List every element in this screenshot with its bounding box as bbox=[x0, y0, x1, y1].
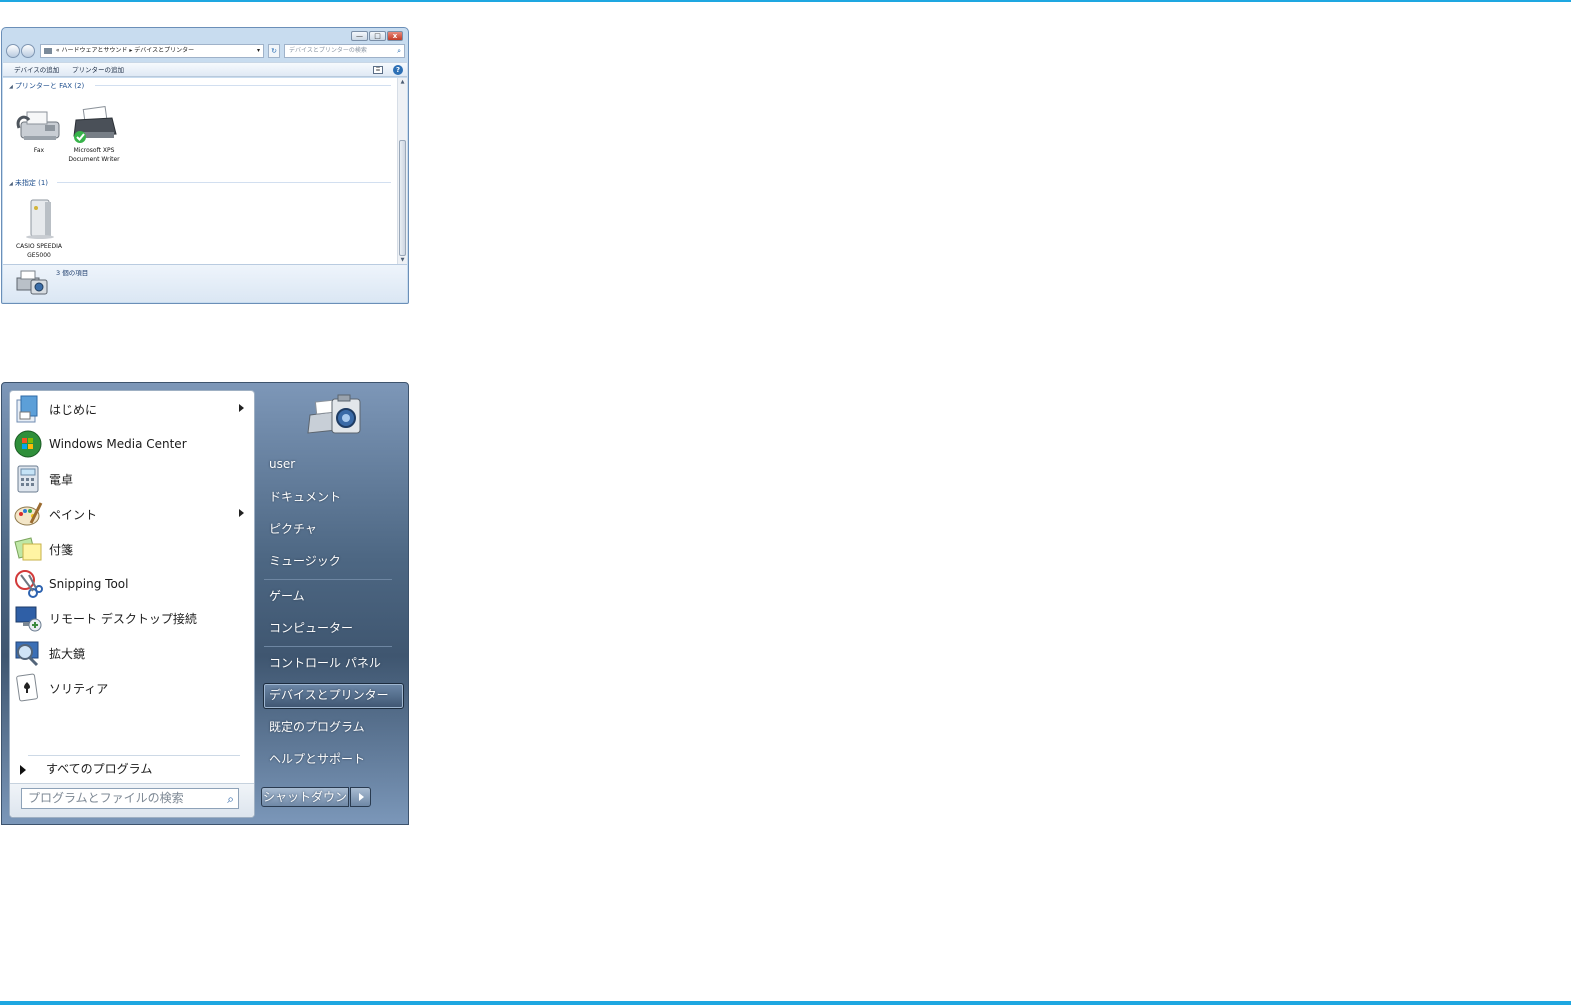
tower-device-icon bbox=[26, 199, 54, 239]
details-pane: 3 個の項目 bbox=[3, 264, 407, 302]
device-label: Microsoft XPS Document Writer bbox=[68, 147, 120, 163]
program-paint[interactable]: ペイント bbox=[12, 497, 252, 531]
link-default-programs[interactable]: 既定のプログラム bbox=[269, 718, 365, 735]
add-printer-button[interactable]: プリンターの追加 bbox=[72, 63, 124, 77]
start-search-placeholder: プログラムとファイルの検索 bbox=[28, 791, 184, 805]
all-programs-button[interactable]: すべてのプログラム bbox=[10, 757, 254, 781]
breadcrumb-hardware-sound[interactable]: ハードウェアとサウンド bbox=[62, 47, 128, 54]
collapse-icon[interactable]: ◢ bbox=[9, 84, 13, 90]
navigation-bar: « ハードウェアとサウンド ▸ デバイスとプリンター ▾ ↻ デバイスとプリンタ… bbox=[6, 44, 405, 58]
search-icon[interactable]: ⌕ bbox=[227, 790, 234, 809]
start-menu: はじめに Windows Media Center 電卓 ペイント 付箋 Sni… bbox=[1, 382, 409, 825]
program-solitaire[interactable]: ソリティア bbox=[12, 671, 252, 705]
printer-folder-icon bbox=[44, 47, 52, 54]
collapse-icon[interactable]: ◢ bbox=[9, 181, 13, 187]
devices-and-printers-window: — □ x « ハードウェアとサウンド ▸ デバイスとプリンター ▾ ↻ デバイ… bbox=[1, 27, 409, 304]
group-header-unspecified[interactable]: ◢ 未指定 (1) bbox=[9, 178, 48, 188]
bottom-border-line bbox=[0, 1001, 1571, 1005]
user-picture-devices-icon[interactable] bbox=[302, 391, 366, 447]
vertical-scrollbar[interactable]: ▲ ▼ bbox=[397, 78, 407, 264]
programs-panel: はじめに Windows Media Center 電卓 ペイント 付箋 Sni… bbox=[9, 390, 255, 818]
search-icon[interactable]: ⌕ bbox=[397, 45, 401, 57]
minimize-button[interactable]: — bbox=[351, 31, 368, 41]
address-dropdown-icon[interactable]: ▾ bbox=[257, 45, 260, 57]
scroll-down-icon[interactable]: ▼ bbox=[398, 257, 407, 263]
start-search-input[interactable]: プログラムとファイルの検索 ⌕ bbox=[21, 788, 239, 809]
shutdown-options-button[interactable] bbox=[350, 787, 371, 807]
device-fax[interactable]: Fax bbox=[11, 106, 67, 155]
right-divider bbox=[264, 579, 392, 580]
sticky-notes-icon bbox=[14, 537, 42, 561]
paint-icon bbox=[14, 502, 43, 526]
shutdown-button[interactable]: シャットダウン bbox=[261, 787, 349, 807]
help-icon[interactable]: ? bbox=[393, 65, 403, 75]
link-user[interactable]: user bbox=[269, 457, 295, 471]
link-computer[interactable]: コンピューター bbox=[269, 619, 353, 636]
printer-icon bbox=[73, 106, 117, 143]
breadcrumb-prefix: « bbox=[55, 47, 60, 54]
devices-content-area: ◢ プリンターと FAX (2) Fax Microsoft XPS Docume… bbox=[3, 78, 397, 264]
program-getting-started[interactable]: はじめに bbox=[12, 392, 252, 426]
magnifier-icon bbox=[15, 641, 39, 667]
program-windows-media-center[interactable]: Windows Media Center bbox=[12, 427, 252, 461]
submenu-arrow-icon[interactable] bbox=[239, 509, 244, 517]
group-divider bbox=[57, 182, 391, 183]
program-magnifier[interactable]: 拡大鏡 bbox=[12, 636, 252, 670]
device-label: Fax bbox=[33, 147, 45, 154]
media-center-icon bbox=[14, 430, 42, 458]
close-button[interactable]: x bbox=[387, 31, 403, 41]
device-label: CASIO SPEEDIA GE5000 bbox=[15, 243, 62, 259]
arrow-right-icon bbox=[20, 765, 26, 775]
devices-printers-icon bbox=[16, 270, 48, 295]
item-count: 3 個の項目 bbox=[56, 269, 89, 277]
view-options-icon[interactable]: ☰ bbox=[373, 66, 383, 74]
search-placeholder: デバイスとプリンターの検索 bbox=[289, 47, 367, 54]
link-devices-printers[interactable]: デバイスとプリンター bbox=[269, 686, 389, 703]
scrollbar-thumb[interactable] bbox=[399, 140, 406, 256]
program-snipping-tool[interactable]: Snipping Tool bbox=[12, 567, 252, 601]
add-device-button[interactable]: デバイスの追加 bbox=[14, 63, 59, 77]
getting-started-icon bbox=[16, 395, 38, 423]
breadcrumb-devices-printers[interactable]: デバイスとプリンター bbox=[134, 47, 194, 54]
group-header-printers[interactable]: ◢ プリンターと FAX (2) bbox=[9, 81, 84, 91]
scroll-up-icon[interactable]: ▲ bbox=[398, 79, 407, 85]
link-help-support[interactable]: ヘルプとサポート bbox=[269, 750, 365, 767]
address-bar[interactable]: « ハードウェアとサウンド ▸ デバイスとプリンター ▾ bbox=[40, 44, 264, 58]
right-divider bbox=[264, 646, 392, 647]
breadcrumb-separator[interactable]: ▸ bbox=[129, 47, 132, 54]
solitaire-icon bbox=[16, 673, 38, 702]
window-controls: — □ x bbox=[351, 31, 403, 41]
remote-desktop-icon bbox=[15, 606, 42, 632]
group-divider bbox=[95, 85, 391, 86]
command-bar-right: ☰ ? bbox=[373, 65, 403, 75]
all-programs-divider bbox=[28, 755, 240, 756]
fax-icon bbox=[16, 111, 60, 140]
device-xps-writer[interactable]: Microsoft XPS Document Writer bbox=[66, 106, 122, 164]
link-games[interactable]: ゲーム bbox=[269, 587, 305, 604]
program-calculator[interactable]: 電卓 bbox=[12, 462, 252, 496]
back-button[interactable] bbox=[6, 44, 20, 58]
top-border-line bbox=[0, 0, 1571, 2]
search-input[interactable]: デバイスとプリンターの検索 ⌕ bbox=[284, 44, 405, 58]
link-control-panel[interactable]: コントロール パネル bbox=[269, 654, 381, 671]
program-remote-desktop[interactable]: リモート デスクトップ接続 bbox=[12, 601, 252, 635]
command-bar: デバイスの追加 プリンターの追加 ☰ ? bbox=[3, 62, 407, 77]
calculator-icon bbox=[17, 465, 39, 493]
link-pictures[interactable]: ピクチャ bbox=[269, 520, 317, 537]
snipping-tool-icon bbox=[15, 570, 43, 598]
refresh-icon[interactable]: ↻ bbox=[268, 44, 280, 58]
link-documents[interactable]: ドキュメント bbox=[269, 488, 341, 505]
arrow-right-icon bbox=[359, 793, 364, 801]
forward-button[interactable] bbox=[21, 44, 35, 58]
maximize-button[interactable]: □ bbox=[369, 31, 386, 41]
link-music[interactable]: ミュージック bbox=[269, 552, 341, 569]
device-casio-speedia[interactable]: CASIO SPEEDIA GE5000 bbox=[11, 198, 67, 260]
submenu-arrow-icon[interactable] bbox=[239, 404, 244, 412]
program-sticky-notes[interactable]: 付箋 bbox=[12, 532, 252, 566]
